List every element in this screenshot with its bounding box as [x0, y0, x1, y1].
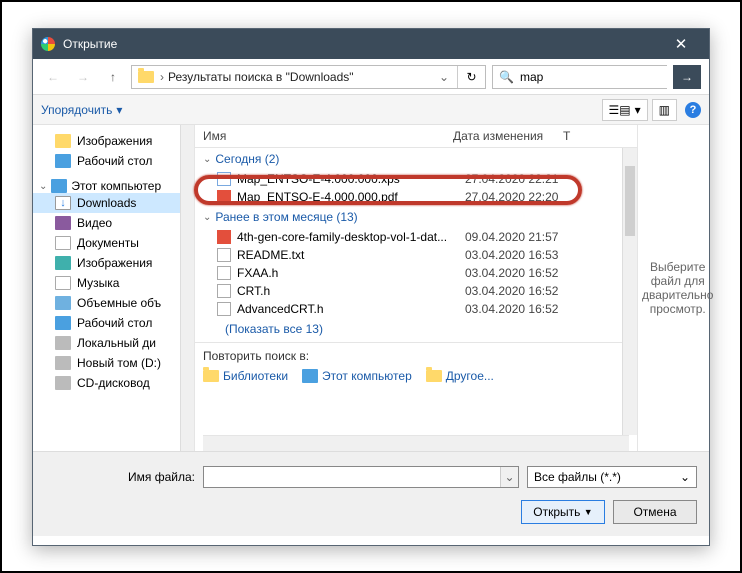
group-earlier[interactable]: ⌄Ранее в этом месяце (13) [195, 206, 637, 228]
show-all-link[interactable]: (Показать все 13) [195, 318, 637, 342]
file-row[interactable]: CRT.h03.04.2020 16:52 [195, 282, 637, 300]
file-icon [217, 302, 231, 316]
search-input-box[interactable]: 🔍 ✕ [492, 65, 667, 89]
search-icon: 🔍 [493, 70, 520, 84]
file-row[interactable]: Map_ENTSO-E-4.000.000.xps27.04.2020 22:2… [195, 170, 637, 188]
file-row[interactable]: README.txt03.04.2020 16:53 [195, 246, 637, 264]
sidebar-item-desktop[interactable]: Рабочий стол [33, 151, 194, 171]
preview-pane-button[interactable]: ▥ [652, 99, 677, 121]
titlebar: Открытие ✕ [33, 29, 709, 59]
window-title: Открытие [63, 37, 661, 51]
file-filter[interactable]: Все файлы (*.*) ⌄ [527, 466, 697, 488]
sidebar-item-images2[interactable]: Изображения [33, 253, 194, 273]
main-scrollbar[interactable] [622, 148, 637, 435]
pdf-icon [217, 230, 231, 244]
file-row[interactable]: Map_ENTSO-E-4.000.000.pdf27.04.2020 22:2… [195, 188, 637, 206]
repeat-other[interactable]: Другое... [426, 369, 494, 383]
back-button[interactable]: ← [41, 65, 65, 89]
column-headers[interactable]: Имя Дата изменения Т [195, 125, 637, 148]
sidebar-item-local-disk[interactable]: Локальный ди [33, 333, 194, 353]
file-open-dialog: Открытие ✕ ← → ↑ › Результаты поиска в "… [32, 28, 710, 546]
chevron-down-icon[interactable]: ⌄ [431, 70, 457, 84]
xps-icon [217, 172, 231, 186]
sidebar-item-documents[interactable]: Документы [33, 233, 194, 253]
filename-combo[interactable]: ⌄ [203, 466, 519, 488]
search-go-button[interactable]: → [673, 65, 701, 89]
file-list: Имя Дата изменения Т ⌄Сегодня (2) Map_EN… [195, 125, 637, 451]
nav-row: ← → ↑ › Результаты поиска в "Downloads" … [33, 59, 709, 95]
sidebar-item-video[interactable]: Видео [33, 213, 194, 233]
repeat-this-pc[interactable]: Этот компьютер [302, 369, 412, 383]
refresh-button[interactable]: ↻ [457, 66, 485, 88]
chevron-down-icon: ▾ [116, 103, 122, 117]
chevron-down-icon[interactable]: ⌄ [500, 467, 518, 487]
toolbar: Упорядочить ▾ ☰▤▾ ▥ ? [33, 95, 709, 125]
filename-input[interactable] [204, 467, 500, 487]
path-text: Результаты поиска в "Downloads" [164, 70, 431, 84]
folder-icon [138, 71, 154, 83]
col-date[interactable]: Дата изменения [453, 129, 563, 143]
chrome-icon [41, 37, 55, 51]
chevron-down-icon: ⌄ [680, 470, 690, 484]
filename-label: Имя файла: [45, 470, 195, 484]
sidebar-scrollbar[interactable] [180, 125, 194, 451]
file-icon [217, 248, 231, 262]
file-icon [217, 266, 231, 280]
forward-button[interactable]: → [71, 65, 95, 89]
search-input[interactable] [520, 66, 675, 88]
pdf-icon [217, 190, 231, 204]
view-mode-button[interactable]: ☰▤▾ [602, 99, 648, 121]
col-name[interactable]: Имя [203, 129, 453, 143]
col-type[interactable]: Т [563, 129, 629, 143]
file-row[interactable]: AdvancedCRT.h03.04.2020 16:52 [195, 300, 637, 318]
sidebar-item-downloads[interactable]: Downloads [33, 193, 194, 213]
sidebar-item-desktop2[interactable]: Рабочий стол [33, 313, 194, 333]
sidebar-item-new-volume[interactable]: Новый том (D:) [33, 353, 194, 373]
sidebar-item-this-pc[interactable]: ⌄Этот компьютер [33, 179, 194, 193]
file-row[interactable]: FXAA.h03.04.2020 16:52 [195, 264, 637, 282]
up-button[interactable]: ↑ [101, 65, 125, 89]
help-button[interactable]: ? [685, 102, 701, 118]
file-icon [217, 284, 231, 298]
group-today[interactable]: ⌄Сегодня (2) [195, 148, 637, 170]
sidebar-item-images[interactable]: Изображения [33, 131, 194, 151]
organize-menu[interactable]: Упорядочить ▾ [41, 103, 122, 117]
repeat-search: Повторить поиск в: Библиотеки Этот компь… [195, 342, 637, 389]
sidebar-item-cd[interactable]: CD-дисковод [33, 373, 194, 393]
preview-pane: Выберите файл для дварительно просмотр. [637, 125, 709, 451]
horizontal-scrollbar[interactable] [203, 435, 629, 451]
open-button[interactable]: Открыть ▼ [521, 500, 605, 524]
repeat-libraries[interactable]: Библиотеки [203, 369, 288, 383]
close-button[interactable]: ✕ [661, 35, 701, 53]
cancel-button[interactable]: Отмена [613, 500, 697, 524]
sidebar-item-3d[interactable]: Объемные объ [33, 293, 194, 313]
sidebar: Изображения Рабочий стол ⌄Этот компьютер… [33, 125, 195, 451]
file-row[interactable]: 4th-gen-core-family-desktop-vol-1-dat...… [195, 228, 637, 246]
footer: Имя файла: ⌄ Все файлы (*.*) ⌄ Открыть ▼… [33, 451, 709, 536]
breadcrumb[interactable]: › Результаты поиска в "Downloads" ⌄ ↻ [131, 65, 486, 89]
sidebar-item-music[interactable]: Музыка [33, 273, 194, 293]
